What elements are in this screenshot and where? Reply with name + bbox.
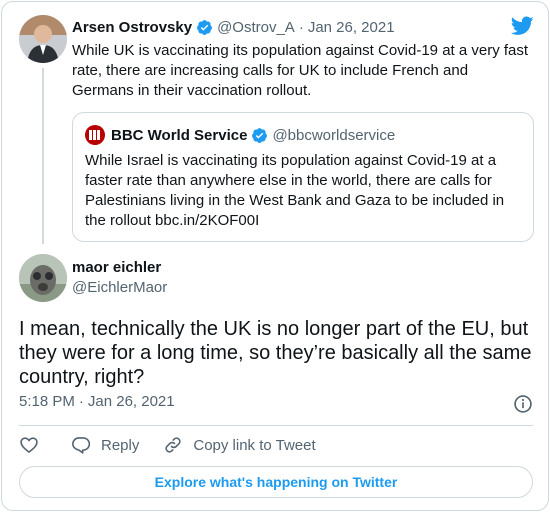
tweet-timestamp[interactable]: 5:18 PM · Jan 26, 2021: [19, 393, 175, 410]
embedded-tweet-card: Arsen Ostrovsky @Ostrov_A · Jan 26, 2021…: [1, 1, 549, 511]
parent-tweet-date[interactable]: Jan 26, 2021: [308, 19, 395, 36]
thread-connector-line: [42, 68, 44, 244]
parent-author-handle[interactable]: @Ostrov_A: [217, 19, 295, 36]
bbc-logo-icon: [85, 125, 105, 145]
quoted-author-handle: @bbcworldservice: [272, 126, 396, 144]
reply-label: Reply: [101, 436, 140, 454]
verified-badge-icon: [197, 19, 212, 35]
tweet-time[interactable]: 5:18 PM: [19, 393, 75, 410]
action-divider: [19, 425, 533, 426]
tweet-date[interactable]: Jan 26, 2021: [88, 393, 175, 410]
parent-author-avatar[interactable]: [19, 15, 67, 63]
main-tweet-text: I mean, technically the UK is no longer …: [19, 318, 532, 388]
quoted-tweet[interactable]: BBC World Service @bbcworldservice While…: [72, 112, 534, 242]
copy-link-button[interactable]: Copy link to Tweet: [163, 435, 316, 455]
main-author-avatar[interactable]: [19, 254, 67, 302]
header-separator: ·: [298, 18, 304, 36]
quoted-tweet-header: BBC World Service @bbcworldservice: [85, 125, 395, 145]
verified-badge-icon: [252, 127, 268, 143]
timestamp-separator: ·: [78, 393, 84, 410]
copy-link-label: Copy link to Tweet: [193, 436, 316, 454]
copy-link-icon: [165, 437, 181, 453]
tweet-actions: Reply Copy link to Tweet: [19, 434, 316, 456]
explore-twitter-button[interactable]: Explore what's happening on Twitter: [19, 466, 533, 498]
quoted-tweet-text: While Israel is vaccinating its populati…: [85, 152, 505, 229]
reply-button[interactable]: Reply: [71, 435, 139, 455]
quoted-author-name: BBC World Service: [111, 126, 248, 144]
twitter-bird-icon[interactable]: [511, 16, 534, 36]
like-button[interactable]: [19, 435, 39, 455]
parent-tweet-text: While UK is vaccinating its population a…: [72, 42, 529, 99]
info-icon[interactable]: [513, 394, 533, 414]
reply-icon: [72, 437, 91, 454]
parent-author-name[interactable]: Arsen Ostrovsky: [72, 19, 192, 36]
heart-icon: [20, 437, 38, 453]
parent-tweet-header: Arsen Ostrovsky @Ostrov_A · Jan 26, 2021: [72, 17, 395, 37]
main-author-name[interactable]: maor eichler: [72, 259, 161, 277]
main-author-handle[interactable]: @EichlerMaor: [72, 278, 167, 298]
parent-tweet[interactable]: Arsen Ostrovsky @Ostrov_A · Jan 26, 2021…: [2, 2, 548, 252]
